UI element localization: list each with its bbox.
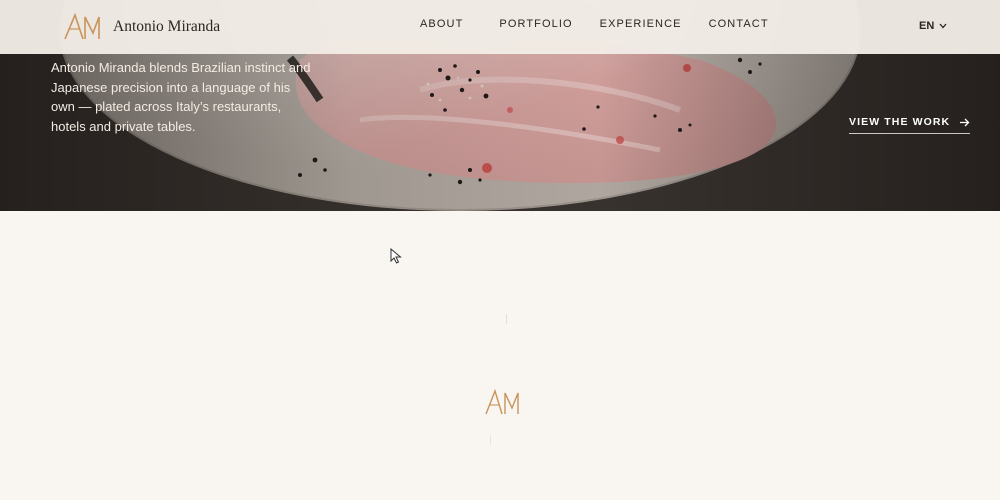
view-the-work-link[interactable]: VIEW THE WORK [849, 116, 971, 134]
am-monogram-icon [64, 13, 100, 40]
nav-contact[interactable]: CONTACT [709, 18, 769, 30]
language-label: EN [919, 20, 935, 32]
nav-experience[interactable]: EXPERIENCE [600, 18, 682, 30]
brand-name: Antonio Miranda [113, 18, 221, 35]
site-header: Antonio Miranda ABOUT PORTFOLIO EXPERIEN… [0, 0, 1000, 54]
site-logo[interactable]: Antonio Miranda [63, 13, 220, 41]
nav-portfolio[interactable]: PORTFOLIO [499, 18, 572, 30]
mouse-cursor-icon [390, 248, 402, 264]
chevron-down-icon [939, 23, 947, 29]
arrow-right-icon [960, 118, 970, 126]
main-navigation: ABOUT PORTFOLIO EXPERIENCE CONTACT [420, 18, 769, 30]
loader-line-bottom [490, 435, 491, 445]
nav-about[interactable]: ABOUT [420, 18, 463, 30]
language-selector[interactable]: EN [919, 20, 947, 32]
am-monogram-icon [485, 388, 519, 415]
content-section [0, 211, 1000, 500]
hero-intro-text: Antonio Miranda blends Brazilian instinc… [51, 60, 311, 134]
loader-line-top [506, 314, 507, 324]
view-the-work-label: VIEW THE WORK [849, 116, 951, 128]
